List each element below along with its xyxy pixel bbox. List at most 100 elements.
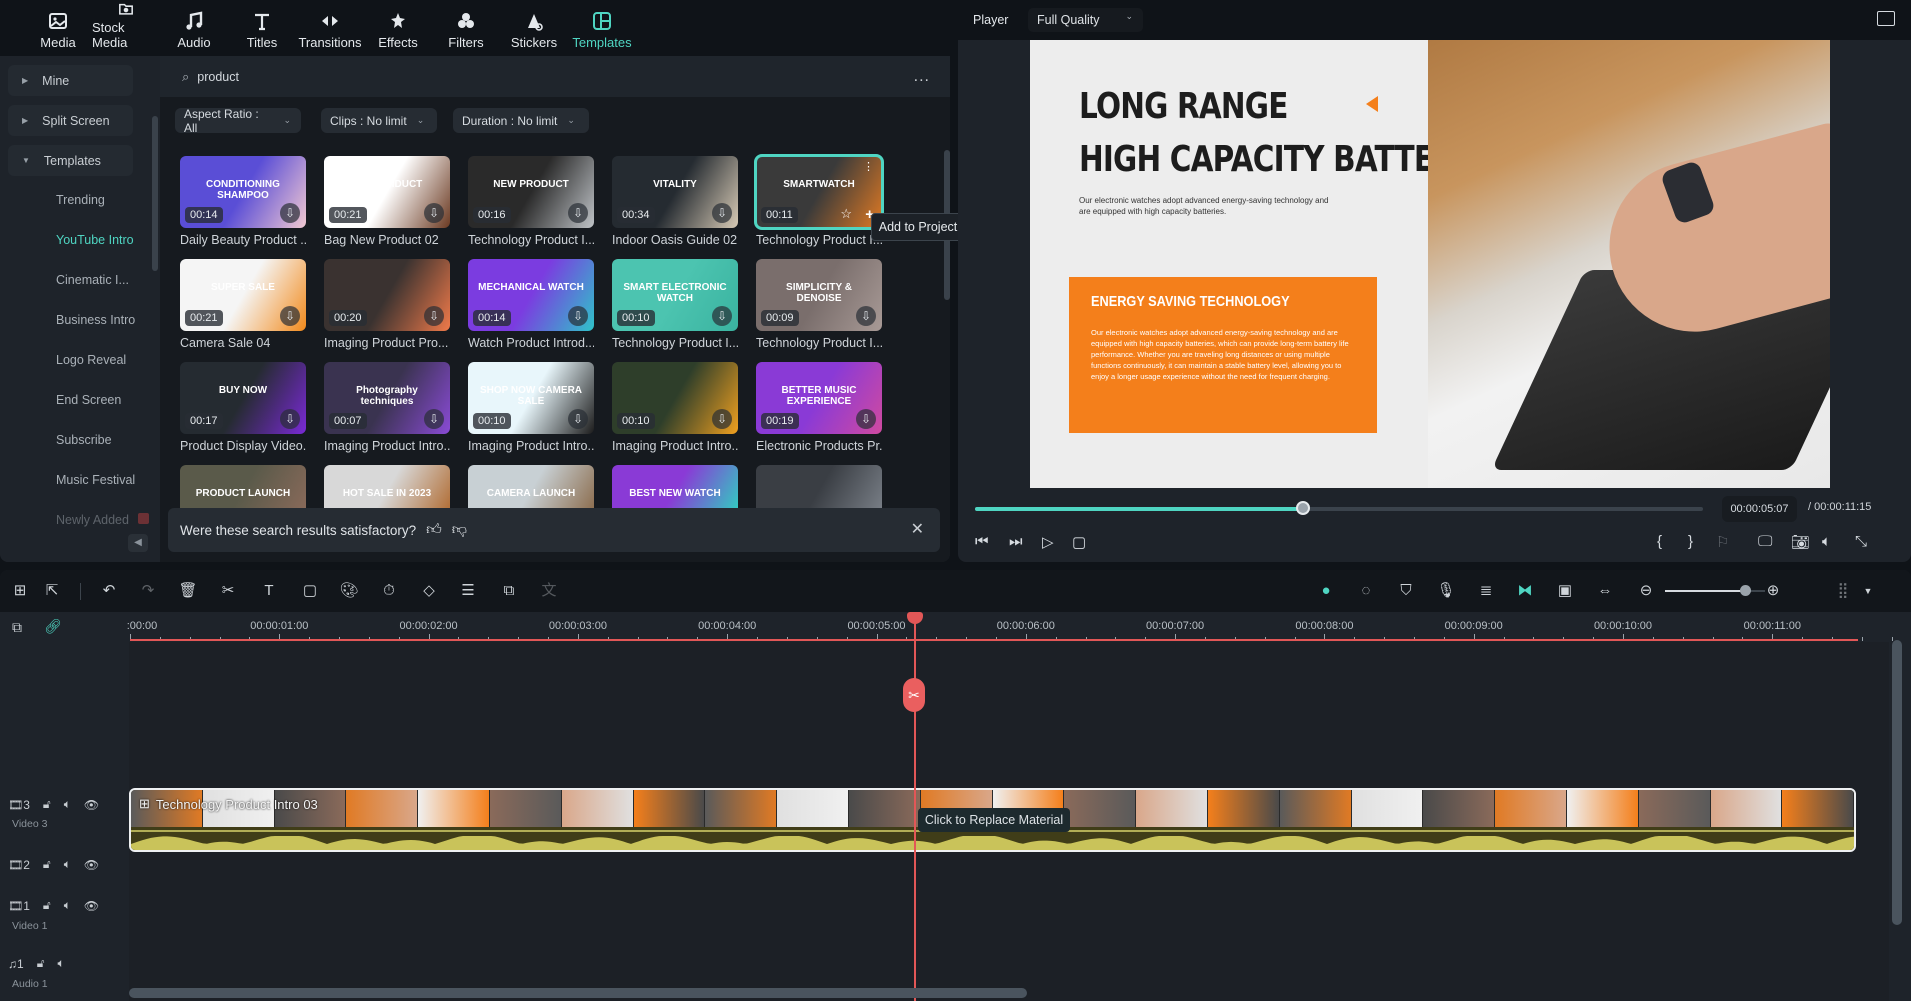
play-icon[interactable]: ▷ (1042, 533, 1054, 551)
search-input[interactable]: ⌕ product ... (160, 56, 950, 97)
template-card[interactable]: 00:10 ⇩ Imaging Product Intro... (612, 362, 738, 453)
template-card[interactable]: NEW PRODUCT 00:16 ⇩ Technology Product I... (468, 156, 594, 247)
template-thumbnail[interactable]: MECHANICAL WATCH 00:14 ⇩ (468, 259, 594, 331)
nav-tab-templates[interactable]: Templates (568, 0, 636, 56)
nav-tab-stickers[interactable]: Stickers (500, 0, 568, 56)
stop-icon[interactable]: ▢ (1072, 533, 1086, 551)
template-thumbnail[interactable]: NEW PRIDUCT 00:21 ⇩ (324, 156, 450, 228)
download-icon[interactable]: ⇩ (424, 203, 444, 223)
crop-icon[interactable]: ▢ (300, 581, 320, 601)
download-icon[interactable]: ⇩ (424, 306, 444, 326)
keyframe-icon[interactable]: ◇ (419, 581, 439, 601)
microphone-icon[interactable]: 🎙︎ (1436, 581, 1456, 601)
quality-select[interactable]: Full Quality ⌄ (1028, 8, 1143, 32)
video-preview[interactable]: LONG RANGE HIGH CAPACITY BATTERY Our elec… (1030, 40, 1830, 488)
lock-icon[interactable]: 🔓︎ (43, 797, 51, 812)
playhead-line[interactable] (914, 612, 916, 1001)
marker-shield-icon[interactable]: ⛉ (1396, 581, 1416, 601)
download-icon[interactable]: ⇩ (712, 306, 732, 326)
template-card[interactable]: VITALITY 00:34 ⇩ Indoor Oasis Guide 02 (612, 156, 738, 247)
next-frame-icon[interactable]: ⏭︎ (1009, 533, 1023, 550)
volume-icon[interactable]: 🔈︎ (1822, 533, 1831, 550)
display-settings-icon[interactable]: 🖵︎ (1758, 533, 1772, 550)
download-icon[interactable]: ⇩ (568, 409, 588, 429)
download-icon[interactable]: ⇩ (712, 409, 732, 429)
nav-tab-transitions[interactable]: Transitions (296, 0, 364, 56)
link-icon[interactable]: 🔗︎ (44, 618, 62, 635)
nav-tab-filters[interactable]: Filters (432, 0, 500, 56)
template-card[interactable]: MECHANICAL WATCH 00:14 ⇩ Watch Product Intr… (468, 259, 594, 350)
template-thumbnail[interactable]: SUPER SALE 00:21 ⇩ (180, 259, 306, 331)
mute-icon[interactable]: 🔈︎ (57, 956, 64, 971)
thumbs-down-icon[interactable]: 👎︎ (452, 521, 467, 539)
collapse-sidebar-button[interactable]: ◀ (128, 534, 148, 552)
template-thumbnail[interactable]: CONDITIONING SHAMPOO 00:14 ⇩ (180, 156, 306, 228)
sidebar-item-cinematic[interactable]: Cinematic I... (56, 273, 129, 287)
template-thumbnail[interactable]: SMARTWATCH 00:11 ⋮ ☆ + (754, 154, 884, 230)
download-icon[interactable]: ⇩ (280, 203, 300, 223)
template-card[interactable]: SUPER SALE 00:21 ⇩ Camera Sale 04 (180, 259, 306, 350)
mute-icon[interactable]: 🔈︎ (64, 898, 71, 913)
sidebar-item-trending[interactable]: Trending (56, 193, 105, 207)
lock-icon[interactable]: 🔓︎ (43, 898, 51, 913)
zoom-out-icon[interactable]: ⊖ (1636, 581, 1656, 601)
lock-icon[interactable]: 🔓︎ (37, 956, 45, 971)
color-palette-icon[interactable]: 🎨︎ (339, 581, 359, 601)
translate-icon[interactable]: 文 (539, 581, 559, 601)
visibility-eye-icon[interactable]: 👁︎ (84, 798, 99, 812)
download-icon[interactable]: ⇩ (568, 203, 588, 223)
sidebar-item-logo-reveal[interactable]: Logo Reveal (56, 353, 126, 367)
select-tool-icon[interactable]: ⇱ (42, 581, 62, 601)
template-thumbnail[interactable]: 00:20 ⇩ (324, 259, 450, 331)
template-thumbnail[interactable]: SHOP NOW CAMERA SALE 00:10 ⇩ (468, 362, 594, 434)
adjust-icon[interactable]: ☰ (458, 581, 478, 601)
horizontal-scrollbar[interactable] (129, 988, 1027, 998)
mark-in-icon[interactable]: { (1657, 533, 1662, 550)
sidebar-item-newly-added[interactable]: Newly Added (56, 513, 150, 527)
nav-tab-audio[interactable]: Audio (160, 0, 228, 56)
download-icon[interactable]: ⇩ (280, 306, 300, 326)
cut-icon[interactable]: ✂ (218, 581, 238, 601)
marker-icon[interactable]: ⚐ (1716, 533, 1729, 551)
fullscreen-icon[interactable]: ⤡ (1855, 533, 1867, 550)
download-icon[interactable]: ⇩ (856, 409, 876, 429)
favorite-star-icon[interactable]: ☆ (840, 206, 852, 222)
template-thumbnail[interactable]: 00:10 ⇩ (612, 362, 738, 434)
mute-icon[interactable]: 🔈︎ (64, 797, 71, 812)
template-card[interactable]: Photography techniques 00:07 ⇩ Imaging Prod… (324, 362, 450, 453)
progress-handle[interactable] (1295, 501, 1310, 515)
layout-icon[interactable]: ⊞ (10, 581, 30, 601)
sidebar-item-subscribe[interactable]: Subscribe (56, 433, 112, 447)
template-card[interactable]: SHOP NOW CAMERA SALE 00:10 ⇩ Imaging Produc… (468, 362, 594, 453)
template-card[interactable]: SIMPLICITY & DENOISE 00:09 ⇩ Technology Pro… (756, 259, 882, 350)
template-thumbnail[interactable]: NEW PRODUCT 00:16 ⇩ (468, 156, 594, 228)
grid-view-icon[interactable]: ⣿ (1833, 581, 1853, 601)
download-icon[interactable]: ⇩ (568, 306, 588, 326)
visibility-eye-icon[interactable]: 👁︎ (84, 858, 99, 872)
render-preview-icon[interactable]: ◌ (1356, 581, 1376, 601)
template-card[interactable]: 00:20 ⇩ Imaging Product Pro... (324, 259, 450, 350)
template-thumbnail[interactable]: VITALITY 00:34 ⇩ (612, 156, 738, 228)
sidebar-item-music-festival[interactable]: Music Festival (56, 473, 135, 487)
delete-icon[interactable]: 🗑︎ (178, 581, 198, 601)
time-ruler[interactable]: ⧉ 🔗︎ :00:00 00:00:01:00 00:00:02:00 00:00:0… (0, 612, 1911, 642)
sidebar-item-business-intro[interactable]: Business Intro (56, 313, 135, 327)
ai-copilot-icon[interactable]: ● (1316, 581, 1336, 601)
more-options-icon[interactable]: ... (914, 68, 930, 86)
speech-to-text-icon[interactable]: ⧉ (499, 581, 519, 601)
split-scissor-icon[interactable]: ✂ (903, 678, 925, 712)
waveform-monitor-icon[interactable] (1877, 11, 1895, 26)
download-icon[interactable]: ⇩ (280, 409, 300, 429)
filter-aspect-ratio[interactable]: Aspect Ratio : All ⌄ (175, 107, 301, 135)
sidebar-item-youtube-intro[interactable]: YouTube Intro (56, 233, 134, 247)
template-card[interactable]: SMARTWATCH 00:11 ⋮ ☆ + Technology Product I..… (754, 154, 884, 247)
nav-tab-media[interactable]: Media (24, 0, 92, 56)
previous-frame-icon[interactable]: ⏮︎ (975, 533, 989, 550)
template-card[interactable]: BUY NOW 00:17 ⇩ Product Display Video... (180, 362, 306, 453)
template-card[interactable]: SMART ELECTRONIC WATCH 00:10 ⇩ Technology P… (612, 259, 738, 350)
nav-tab-stock-media[interactable]: Stock Media (92, 0, 160, 56)
sidebar-group-split-screen[interactable]: ▶ Split Screen (8, 105, 133, 136)
audio-list-icon[interactable]: ≣ (1476, 581, 1496, 601)
caret-down-icon[interactable]: ▼ (1858, 581, 1878, 601)
nav-tab-effects[interactable]: Effects (364, 0, 432, 56)
